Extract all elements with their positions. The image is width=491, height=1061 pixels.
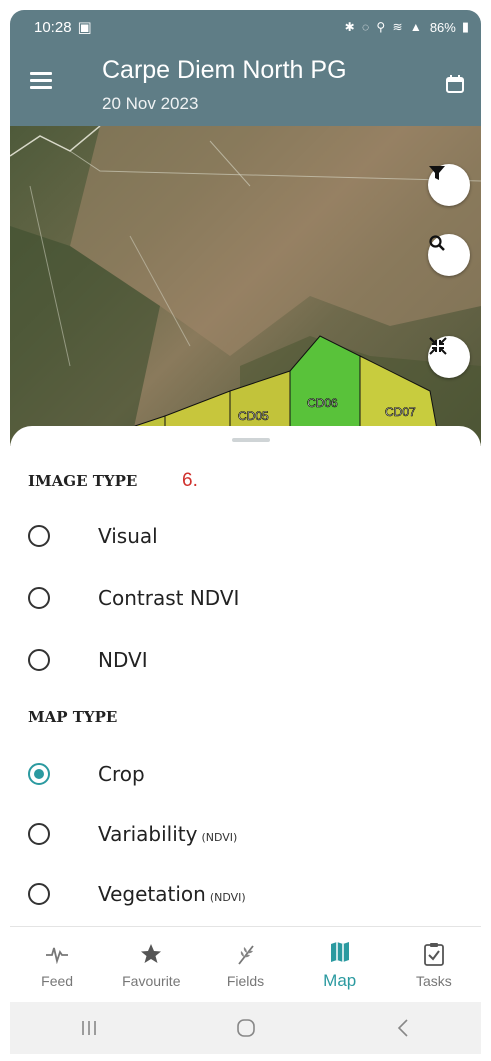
search-icon [429,235,445,251]
satellite-map[interactable]: CD05 CD06 CD07 [10,126,481,446]
pulse-icon [44,941,70,967]
battery-level: 86% [429,19,456,35]
collapse-button[interactable] [428,336,470,378]
clipboard-check-icon [421,941,447,967]
back-button[interactable] [383,1013,423,1043]
image-options-sheet: IMAGE TYPE 6. Visual Contrast NDVI NDVI … [10,426,481,926]
home-icon [236,1019,255,1037]
map-type-vegetation-option[interactable]: Vegetation (NDVI) [28,876,458,912]
option-label: NDVI [98,648,148,672]
search-button[interactable] [428,234,470,276]
status-time: 10:28 [34,18,72,36]
option-label: Visual [98,524,158,548]
image-type-visual-option[interactable]: Visual [28,518,458,554]
recent-apps-button[interactable] [69,1013,109,1043]
menu-icon[interactable] [30,72,52,90]
tab-favourite[interactable]: Favourite [104,927,198,1002]
filter-button[interactable] [428,164,470,206]
page-date: 20 Nov 2023 [102,94,199,113]
radio-contrast-ndvi[interactable] [28,587,50,609]
tab-label: Favourite [122,972,181,989]
radio-ndvi[interactable] [28,649,50,671]
field-label-cd06[interactable]: CD06 [307,396,339,411]
radio-variability[interactable] [28,823,50,845]
bottom-tab-bar: Feed Favourite Fields Map Tasks [10,926,481,1002]
battery-icon: ▮ [461,19,469,34]
tab-feed[interactable]: Feed [10,927,104,1002]
option-label-text: Variability [98,822,198,846]
map-type-heading: MAP TYPE [28,708,118,726]
tab-fields[interactable]: Fields [198,927,292,1002]
map-type-crop-option[interactable]: Crop [28,756,458,792]
radio-vegetation[interactable] [28,883,50,905]
wheat-icon [233,941,259,967]
option-label: Crop [98,762,145,786]
option-label: Contrast NDVI [98,586,240,610]
option-label: Variability (NDVI) [98,822,237,846]
radio-visual[interactable] [28,525,50,547]
option-suffix: (NDVI) [201,831,238,844]
recent-apps-icon [81,1021,96,1035]
tab-tasks[interactable]: Tasks [387,927,481,1002]
home-button[interactable] [226,1013,266,1043]
tab-label: Fields [226,972,265,989]
option-label-text: Vegetation [98,882,206,906]
field-label-cd07[interactable]: CD07 [385,405,417,420]
tab-label: Feed [41,972,74,989]
app-bar: Carpe Diem North PG 20 Nov 2023 [10,44,481,126]
map-icon [327,939,353,965]
system-nav-bar [10,1002,481,1054]
tab-label: Map [323,970,357,990]
image-type-ndvi-option[interactable]: NDVI [28,642,458,678]
calendar-icon[interactable] [445,74,465,94]
image-notification-icon: ▣ [77,19,92,36]
sheet-drag-handle[interactable] [232,438,270,442]
image-type-heading: IMAGE TYPE [28,472,138,490]
page-title: Carpe Diem North PG [102,56,347,84]
map-type-variability-option[interactable]: Variability (NDVI) [28,816,458,852]
collapse-icon [429,337,447,355]
star-icon [138,941,164,967]
option-label: Vegetation (NDVI) [98,882,246,906]
step-annotation: 6. [182,470,198,491]
filter-icon [429,166,445,180]
image-type-contrast-ndvi-option[interactable]: Contrast NDVI [28,580,458,616]
back-icon [397,1019,408,1037]
option-suffix: (NDVI) [209,891,246,904]
radio-crop[interactable] [28,763,50,785]
status-icons: ✱ ◌ ⚲ ≋ ▲ [344,20,424,34]
field-label-cd05[interactable]: CD05 [238,409,270,424]
status-bar: 10:28 ▣ ✱ ◌ ⚲ ≋ ▲ 86% ▮ [10,10,481,44]
tab-map[interactable]: Map [293,927,387,1002]
tab-label: Tasks [416,972,452,989]
